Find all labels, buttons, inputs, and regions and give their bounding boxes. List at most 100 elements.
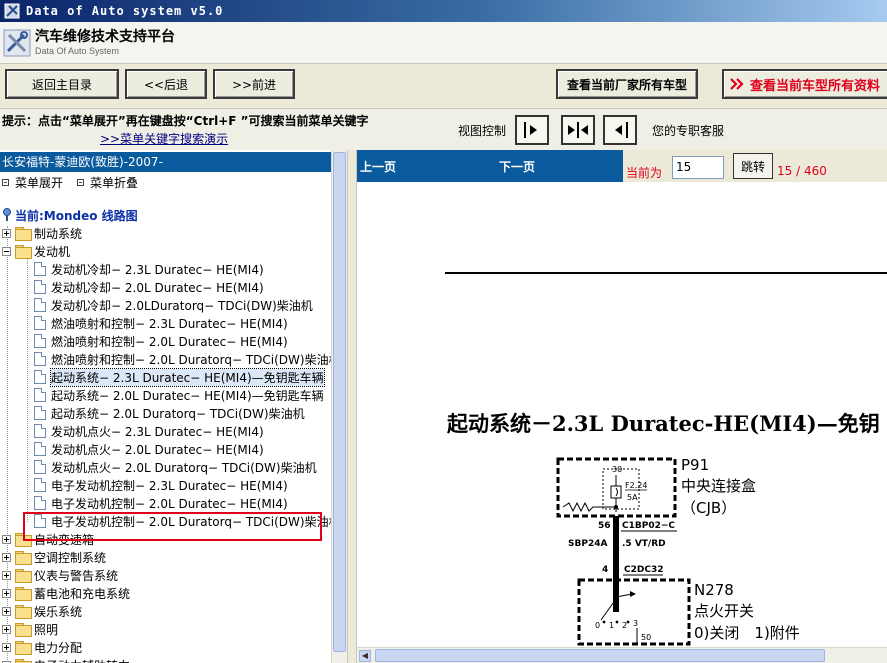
split-arrows-icon — [568, 122, 588, 138]
history-back-button[interactable]: <<后退 — [125, 69, 207, 99]
menu-collapse-link[interactable]: 菜单折叠 — [90, 174, 138, 191]
circuit-label: SBP24A — [568, 539, 607, 549]
tree-folder[interactable]: 仪表与警告系统 — [2, 566, 118, 584]
tree-vertical-scrollbar[interactable] — [331, 150, 347, 663]
view-current-model-data-button[interactable]: 查看当前车型所有资料 — [722, 69, 887, 99]
document-icon — [34, 352, 46, 366]
tree-item-label: 起动系统− 2.0L Duratec− HE(MI4)—免钥匙车辆 — [51, 388, 324, 403]
vehicle-title-bar: 长安福特-蒙迪欧(致胜)-2007- — [0, 152, 347, 172]
expand-toggle-icon[interactable] — [2, 534, 11, 544]
expand-toggle-icon[interactable] — [2, 570, 11, 580]
next-page-link[interactable]: 下一页 — [499, 158, 535, 175]
tree-folder-label: 空调控制系统 — [34, 550, 107, 565]
expand-toggle-icon[interactable] — [2, 624, 11, 634]
tree-folder[interactable]: 电力分配 — [2, 638, 82, 656]
expand-toggle-icon[interactable] — [2, 228, 11, 238]
window-title: Data of Auto system v5.0 — [26, 4, 224, 18]
pin-4-label: 4 — [602, 565, 608, 575]
tree-item[interactable]: 发动机点火− 2.3L Duratec− HE(MI4) — [34, 422, 264, 440]
tree-item[interactable]: 发动机冷却− 2.0LDuratorq− TDCi(DW)柴油机 — [34, 296, 313, 314]
tree-item-label: 电子发动机控制− 2.0L Duratec− HE(MI4) — [51, 496, 288, 511]
title-bar: Data of Auto system v5.0 — [0, 0, 887, 22]
tree-item[interactable]: 发动机冷却− 2.3L Duratec− HE(MI4) — [34, 260, 264, 278]
p91-id: P91 — [681, 456, 709, 474]
tree-item[interactable]: 起动系统− 2.0L Duratorq− TDCi(DW)柴油机 — [34, 404, 305, 422]
view-all-models-button[interactable]: 查看当前厂家所有车型 — [556, 69, 698, 99]
pane-splitter[interactable] — [347, 150, 357, 663]
switch-contact — [615, 620, 619, 624]
tree-item[interactable]: 电子发动机控制− 2.3L Duratec− HE(MI4) — [34, 476, 288, 494]
tree-folder[interactable]: 发动机 — [2, 242, 70, 260]
document-icon — [34, 280, 46, 294]
switch-pos-2: 2 — [622, 621, 627, 630]
expand-toggle-icon[interactable] — [2, 588, 11, 598]
tree-folder-label: 电子动力辅助转向 — [34, 657, 130, 663]
view-control-label: 视图控制 — [458, 124, 507, 138]
folder-icon — [15, 569, 32, 583]
tree-item[interactable]: 燃油喷射和控制− 2.0L Duratec− HE(MI4) — [34, 332, 288, 350]
scroll-left-arrow-icon[interactable]: ◀ — [359, 650, 371, 662]
scrollbar-thumb[interactable] — [333, 152, 346, 652]
tree-folder[interactable]: 空调控制系统 — [2, 548, 106, 566]
tree-connector — [27, 258, 28, 522]
expand-left-view-button[interactable] — [603, 115, 637, 145]
folder-icon — [15, 605, 32, 619]
tree-item-label: 发动机冷却− 2.3L Duratec− HE(MI4) — [51, 262, 264, 277]
tree-current-root[interactable]: 当前:Mondeo 线路图 — [0, 206, 138, 224]
page-count: 15 / 460 — [777, 164, 827, 178]
history-forward-button[interactable]: >>前进 — [213, 69, 295, 99]
tree-item-label: 起动系统− 2.3L Duratec− HE(MI4)—免钥匙车辆 — [50, 367, 325, 387]
expand-toggle-icon[interactable] — [2, 642, 11, 652]
tree-folder-label: 照明 — [34, 622, 59, 637]
tree-folder[interactable]: 照明 — [2, 620, 58, 638]
fuse-symbol — [610, 485, 622, 499]
collapse-toggle-icon[interactable] — [2, 246, 11, 256]
search-demo-link[interactable]: >>菜单关键字搜索演示 — [100, 130, 228, 147]
expand-right-view-button[interactable] — [515, 115, 549, 145]
menu-expand-link[interactable]: 菜单展开 — [15, 174, 63, 191]
horizontal-scrollbar-thumb[interactable] — [375, 649, 825, 662]
expand-toggle-icon[interactable] — [2, 606, 11, 616]
expand-toggle-icon[interactable] — [2, 552, 11, 562]
jump-button[interactable]: 跳转 — [733, 153, 773, 179]
document-canvas: 起动系统－2.3L Duratec-HE(MI4)—免钥 30 F2.24 5A… — [357, 182, 887, 649]
folder-icon — [15, 551, 32, 565]
fuse-id-label: F2.24 — [625, 481, 647, 490]
tree-item-selected[interactable]: 起动系统− 2.3L Duratec− HE(MI4)—免钥匙车辆 — [34, 367, 325, 387]
page-jump-box: 当前为 15 跳转 15 / 460 — [623, 150, 887, 182]
arrow-left-icon — [615, 122, 628, 138]
tree-item[interactable]: 燃油喷射和控制− 2.3L Duratec− HE(MI4) — [34, 314, 288, 332]
connector-2-label: C2DC32 — [624, 565, 663, 575]
viewer-nav-bar: 上一页 下一页 当前为 15 跳转 15 / 460 — [357, 150, 887, 182]
page-number-input[interactable]: 15 — [672, 156, 724, 179]
document-horizontal-scrollbar[interactable]: ◀ — [357, 647, 887, 663]
expand-square-icon — [2, 178, 9, 186]
tree-folder[interactable]: 蓄电池和充电系统 — [2, 584, 130, 602]
tree-item[interactable]: 发动机冷却− 2.0L Duratec− HE(MI4) — [34, 278, 264, 296]
tree-item-label: 燃油喷射和控制− 2.3L Duratec− HE(MI4) — [51, 316, 288, 331]
previous-page-link[interactable]: 上一页 — [360, 158, 396, 175]
document-icon — [34, 298, 46, 312]
tree-folder[interactable]: 电子动力辅助转向 — [2, 656, 130, 663]
tree-item[interactable]: 燃油喷射和控制− 2.0L Duratorq− TDCi(DW)柴油机 — [34, 350, 341, 368]
tree-item[interactable]: 起动系统− 2.0L Duratec− HE(MI4)—免钥匙车辆 — [34, 386, 324, 404]
document-viewer-pane: 上一页 下一页 当前为 15 跳转 15 / 460 起动系统－2.3L Dur… — [357, 150, 887, 663]
document-icon — [34, 370, 46, 384]
document-icon — [34, 316, 46, 330]
folder-icon — [15, 587, 32, 601]
tree-item-label: 发动机点火− 2.3L Duratec− HE(MI4) — [51, 424, 264, 439]
tree-folder[interactable]: 娱乐系统 — [2, 602, 82, 620]
arrow-right-icon — [524, 122, 537, 138]
back-to-main-button[interactable]: 返回主目录 — [5, 69, 119, 99]
app-header: 汽车维修技术支持平台 Data Of Auto System — [0, 22, 887, 64]
tree-item[interactable]: 电子发动机控制− 2.0L Duratec− HE(MI4) — [34, 494, 288, 512]
tree-item-label: 燃油喷射和控制− 2.0L Duratec− HE(MI4) — [51, 334, 288, 349]
tree-folder-label: 发动机 — [34, 244, 71, 259]
document-icon — [34, 478, 46, 492]
split-view-button[interactable] — [561, 115, 595, 145]
tree-folder[interactable]: 制动系统 — [2, 224, 82, 242]
tree-item-label: 发动机点火− 2.0L Duratorq− TDCi(DW)柴油机 — [51, 460, 317, 475]
document-icon — [34, 460, 46, 474]
tree-item[interactable]: 发动机点火− 2.0L Duratec− HE(MI4) — [34, 440, 264, 458]
tree-item[interactable]: 发动机点火− 2.0L Duratorq− TDCi(DW)柴油机 — [34, 458, 317, 476]
